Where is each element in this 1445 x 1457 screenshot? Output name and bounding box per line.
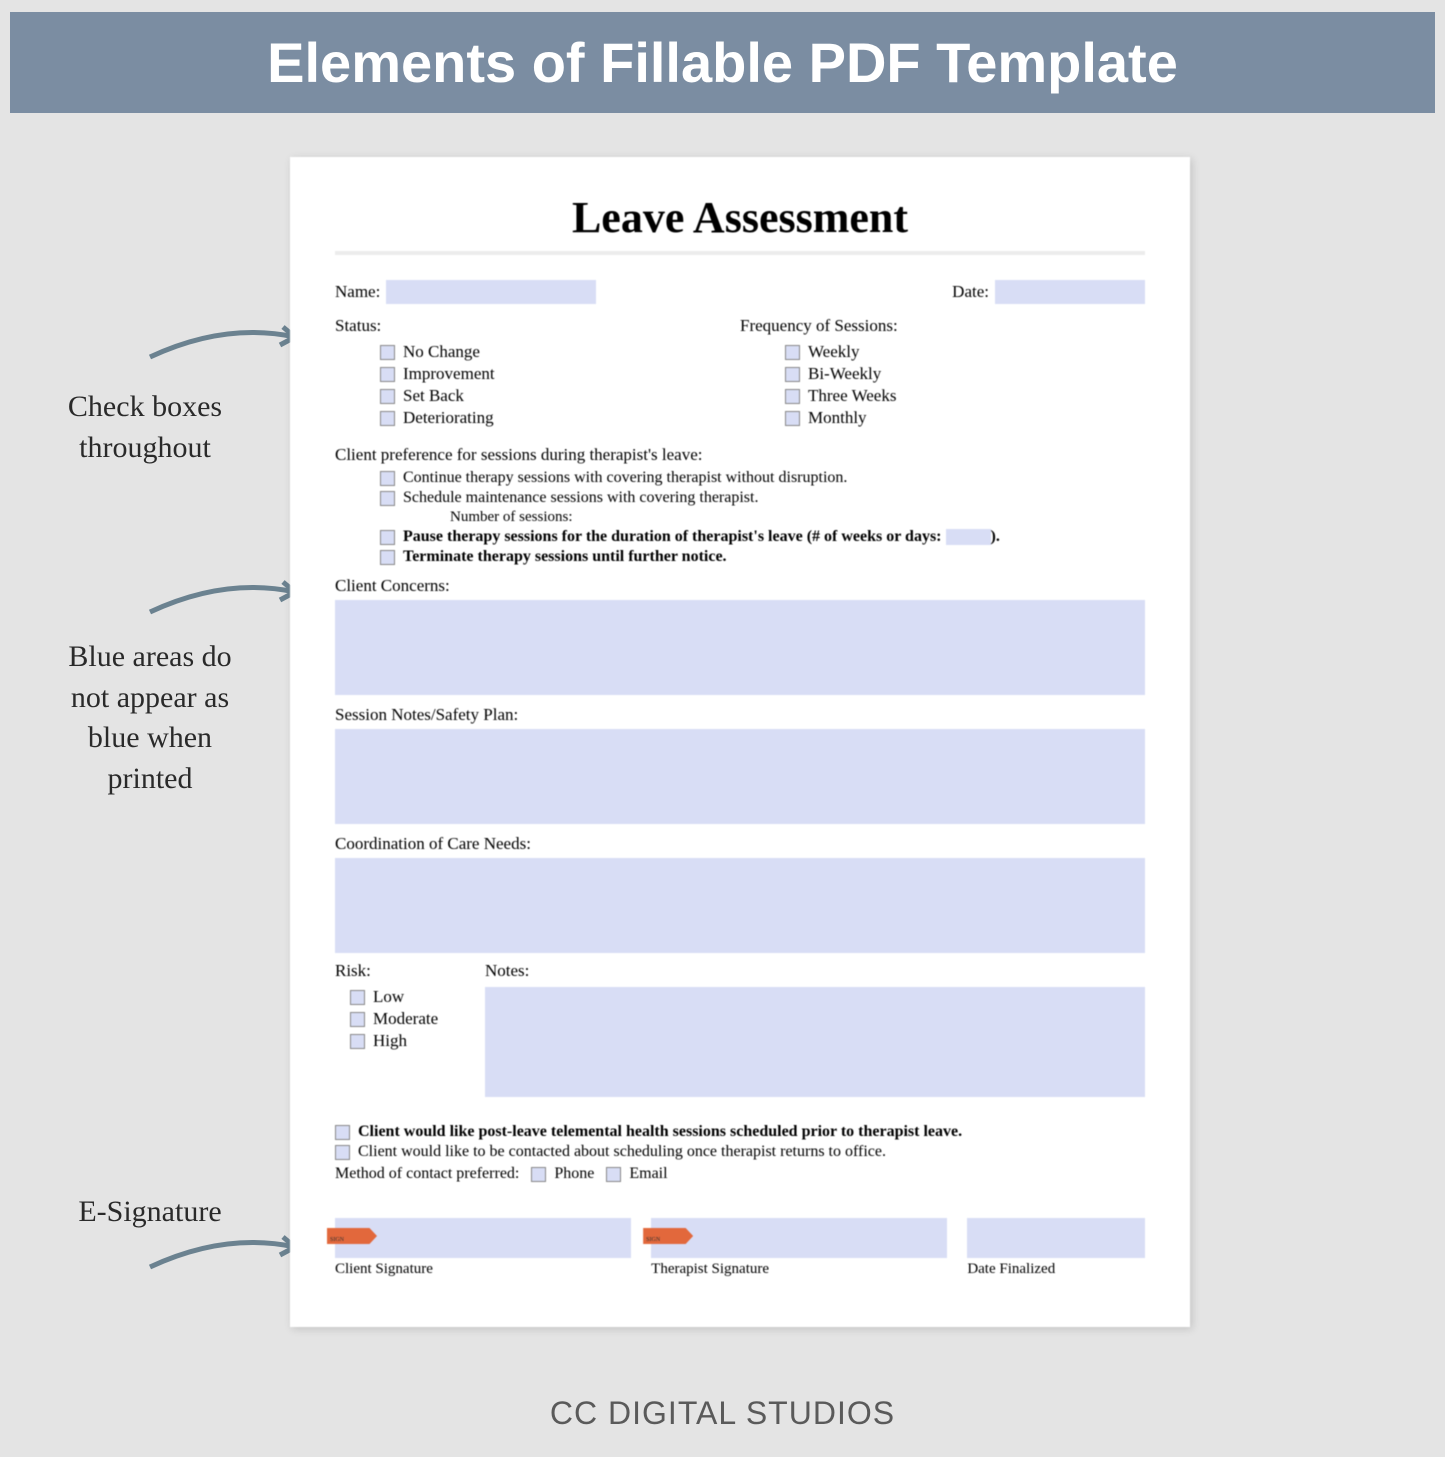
phone-label: Phone <box>554 1165 594 1183</box>
risk-opt: High <box>373 1031 407 1051</box>
date-input[interactable] <box>995 280 1145 304</box>
pref-opt: Continue therapy sessions with covering … <box>403 469 847 487</box>
checkbox[interactable] <box>335 1125 350 1140</box>
sign-tag-icon: SIGN <box>643 1228 693 1244</box>
date-finalized[interactable]: Date Finalized <box>967 1218 1145 1278</box>
checkbox[interactable] <box>335 1145 350 1160</box>
checkbox[interactable] <box>785 367 800 382</box>
risk-opt: Low <box>373 987 404 1007</box>
client-signature[interactable]: SIGN Client Signature <box>335 1218 631 1278</box>
pref-opt: Pause therapy sessions for the duration … <box>403 528 1000 546</box>
concerns-label: Client Concerns: <box>335 576 1145 596</box>
session-notes-textarea[interactable] <box>335 729 1145 824</box>
checkbox[interactable] <box>380 389 395 404</box>
checkbox[interactable] <box>380 345 395 360</box>
banner-title: Elements of Fillable PDF Template <box>10 12 1435 113</box>
date-label: Date: <box>952 282 989 302</box>
checkbox[interactable] <box>380 411 395 426</box>
freq-opt: Monthly <box>808 408 867 428</box>
coord-textarea[interactable] <box>335 858 1145 953</box>
checkbox[interactable] <box>380 367 395 382</box>
freq-opt: Bi-Weekly <box>808 364 881 384</box>
status-opt: Deteriorating <box>403 408 494 428</box>
arrow-icon <box>145 312 310 372</box>
status-opt: Set Back <box>403 386 464 406</box>
sig-label: Client Signature <box>335 1261 631 1278</box>
email-label: Email <box>629 1165 667 1183</box>
freq-opt: Three Weeks <box>808 386 896 406</box>
annotation-checkboxes: Check boxesthroughout <box>20 387 270 468</box>
checkbox[interactable] <box>350 1034 365 1049</box>
checkbox[interactable] <box>785 411 800 426</box>
coord-label: Coordination of Care Needs: <box>335 834 1145 854</box>
freq-opt: Weekly <box>808 342 860 362</box>
status-opt: No Change <box>403 342 480 362</box>
contact-label: Method of contact preferred: <box>335 1165 519 1183</box>
notes-textarea[interactable] <box>485 987 1145 1097</box>
concerns-textarea[interactable] <box>335 600 1145 695</box>
checkbox[interactable] <box>531 1167 546 1182</box>
footer-brand: CC DIGITAL STUDIOS <box>0 1395 1445 1432</box>
form-title: Leave Assessment <box>335 192 1145 243</box>
arrow-icon <box>145 1222 310 1282</box>
therapist-signature[interactable]: SIGN Therapist Signature <box>651 1218 947 1278</box>
notes-label: Notes: <box>485 961 1145 981</box>
pref-label: Client preference for sessions during th… <box>335 445 1145 465</box>
checkbox[interactable] <box>380 491 395 506</box>
status-label: Status: <box>335 316 740 336</box>
checkbox[interactable] <box>380 530 395 545</box>
checkbox[interactable] <box>350 1012 365 1027</box>
pref-sub: Number of sessions: <box>450 509 1145 526</box>
sig-label: Date Finalized <box>967 1261 1145 1278</box>
checkbox[interactable] <box>785 389 800 404</box>
freq-label: Frequency of Sessions: <box>740 316 1145 336</box>
bottom-opt: Client would like post-leave telemental … <box>358 1123 962 1141</box>
pdf-page: Leave Assessment Name: Date: Status: No … <box>290 157 1190 1327</box>
risk-opt: Moderate <box>373 1009 438 1029</box>
checkbox[interactable] <box>350 990 365 1005</box>
checkbox[interactable] <box>785 345 800 360</box>
bottom-opt: Client would like to be contacted about … <box>358 1143 886 1161</box>
sig-label: Therapist Signature <box>651 1261 947 1278</box>
weeks-input[interactable] <box>946 529 991 545</box>
risk-label: Risk: <box>335 961 485 981</box>
name-input[interactable] <box>386 280 596 304</box>
sign-tag-icon: SIGN <box>327 1228 377 1244</box>
annotation-blueareas: Blue areas donot appear asblue whenprint… <box>20 637 280 799</box>
name-label: Name: <box>335 282 380 302</box>
checkbox[interactable] <box>606 1167 621 1182</box>
session-notes-label: Session Notes/Safety Plan: <box>335 705 1145 725</box>
checkbox[interactable] <box>380 550 395 565</box>
pref-opt: Terminate therapy sessions until further… <box>403 548 727 566</box>
status-opt: Improvement <box>403 364 495 384</box>
checkbox[interactable] <box>380 471 395 486</box>
arrow-icon <box>145 567 310 627</box>
divider <box>335 251 1145 255</box>
pref-opt: Schedule maintenance sessions with cover… <box>403 489 758 507</box>
